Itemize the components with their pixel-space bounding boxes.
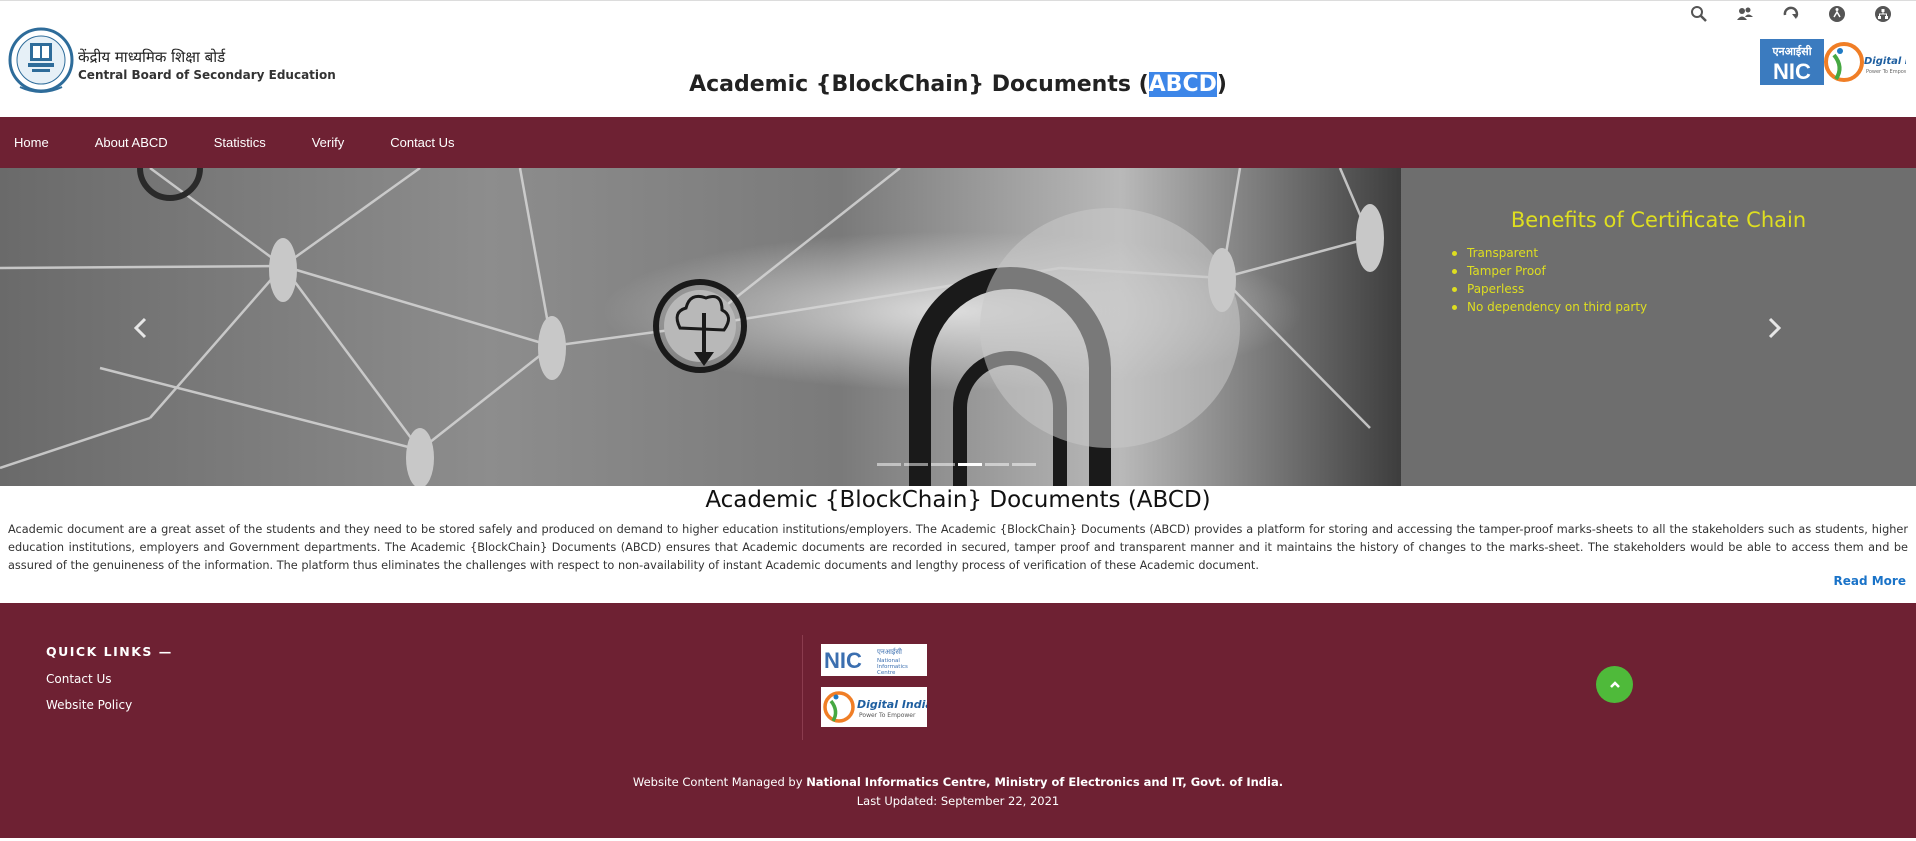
refresh-icon[interactable]	[1768, 3, 1814, 25]
about-paragraph: Academic document are a great asset of t…	[8, 523, 1908, 573]
accessibility-icon[interactable]	[1814, 3, 1860, 25]
carousel-indicator-6[interactable]	[1012, 463, 1036, 466]
page-title: Academic {BlockChain} Documents (ABCD)	[0, 72, 1916, 97]
managed-org: National Informatics Centre, Ministry of…	[806, 775, 1284, 789]
benefit-item: Transparent	[1451, 244, 1647, 262]
nav-statistics[interactable]: Statistics	[200, 135, 280, 150]
carousel-indicator-3[interactable]	[931, 463, 955, 466]
footer-link-contact-us[interactable]: Contact Us	[46, 672, 112, 686]
carousel-indicator-5[interactable]	[985, 463, 1009, 466]
hero-carousel: Benefits of Certificate Chain Transparen…	[0, 168, 1916, 486]
chevron-up-icon	[1609, 680, 1620, 688]
sitemap-icon[interactable]	[1860, 3, 1906, 25]
title-suffix: )	[1216, 72, 1227, 97]
footer-managed-by: Website Content Managed by National Info…	[0, 775, 1916, 789]
carousel-indicator-4[interactable]	[958, 463, 982, 466]
title-highlight: ABCD	[1148, 72, 1217, 97]
last-updated: Last Updated: September 22, 2021	[856, 794, 1060, 808]
search-icon[interactable]	[1676, 3, 1722, 25]
nic-digital-india-logo[interactable]: एनआईसी NIC Digital India Power To Empowe…	[1760, 37, 1906, 87]
benefits-panel: Benefits of Certificate Chain Transparen…	[1401, 168, 1916, 486]
benefit-item: Paperless	[1451, 280, 1647, 298]
svg-text:NIC: NIC	[824, 648, 862, 673]
footer-link-website-policy[interactable]: Website Policy	[46, 698, 132, 712]
digital-india-tagline: Power To Empower	[859, 712, 916, 719]
read-more-link[interactable]: Read More	[1834, 574, 1907, 588]
carousel-indicators	[877, 463, 1036, 466]
nav-verify[interactable]: Verify	[298, 135, 359, 150]
main-nav: Home About ABCD Statistics Verify Contac…	[0, 117, 1916, 168]
about-heading: Academic {BlockChain} Documents (ABCD)	[705, 487, 1211, 513]
benefit-item: No dependency on third party	[1451, 300, 1648, 314]
svg-text:Digital India: Digital India	[1864, 56, 1906, 67]
digital-india-footer-logo[interactable]: Digital India Power To Empower	[821, 687, 927, 727]
title-prefix: Academic {BlockChain} Documents (	[689, 72, 1149, 97]
blockchain-network-image	[0, 168, 1401, 486]
managed-prefix: Website Content Managed by	[632, 775, 807, 789]
utility-toolbar	[1676, 3, 1906, 25]
digital-india-label: Digital India	[857, 698, 927, 711]
carousel-indicator-2[interactable]	[904, 463, 928, 466]
scroll-to-top-button[interactable]	[1596, 666, 1633, 703]
nic-hindi-label: एनआईसी	[877, 647, 902, 656]
nav-home[interactable]: Home	[0, 135, 63, 150]
nav-about-abcd[interactable]: About ABCD	[81, 135, 182, 150]
quick-links-title: QUICK LINKS —	[46, 644, 173, 659]
users-icon[interactable]	[1722, 3, 1768, 25]
benefits-title: Benefits of Certificate Chain	[1510, 208, 1807, 232]
svg-text:एनआईसी: एनआईसी	[1771, 44, 1812, 58]
board-name-hindi: केंद्रीय माध्यमिक शिक्षा बोर्ड	[78, 48, 226, 66]
benefit-item: Tamper Proof	[1451, 262, 1647, 280]
carousel-indicator-1[interactable]	[877, 463, 901, 466]
carousel-prev-icon[interactable]	[131, 316, 151, 340]
nic-footer-logo[interactable]: NIC एनआईसी National Informatics Centre	[821, 644, 927, 676]
nav-contact-us[interactable]: Contact Us	[376, 135, 468, 150]
benefits-list: Transparent Tamper Proof Paperless No de…	[1451, 244, 1648, 316]
svg-text:Power To Empower: Power To Empower	[1866, 69, 1906, 75]
footer-divider	[802, 635, 803, 740]
site-header: केंद्रीय माध्यमिक शिक्षा बोर्ड Central B…	[0, 0, 1916, 117]
site-footer: QUICK LINKS — Contact Us Website Policy …	[0, 603, 1916, 841]
svg-text:Centre: Centre	[877, 670, 896, 676]
svg-text:NIC: NIC	[1773, 59, 1811, 84]
carousel-next-icon[interactable]	[1764, 316, 1784, 340]
